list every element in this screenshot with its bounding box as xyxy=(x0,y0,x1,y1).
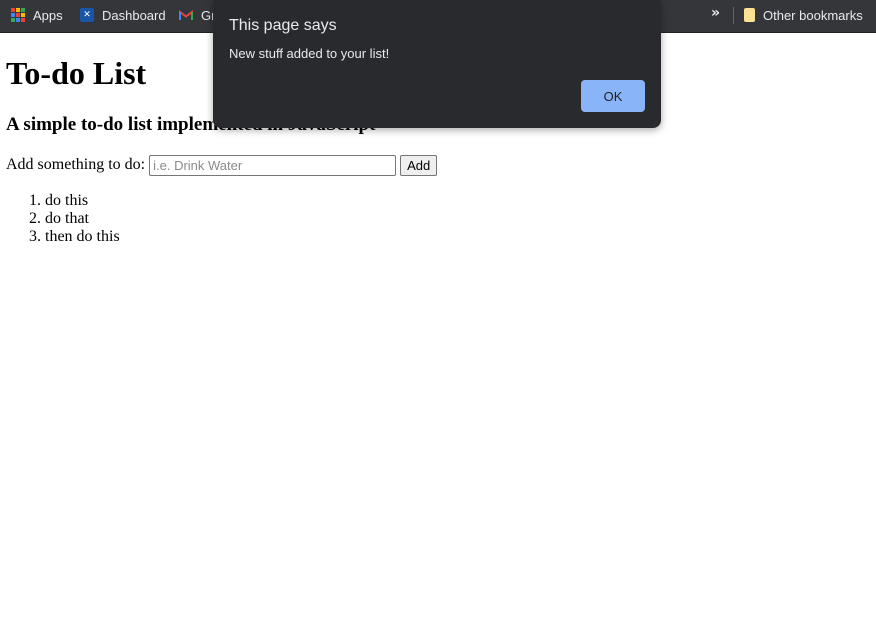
bookmark-label: Dashboard xyxy=(102,7,166,23)
apps-grid-icon xyxy=(11,8,25,22)
todo-item: do this xyxy=(45,192,120,210)
alert-dialog: This page says New stuff added to your l… xyxy=(213,0,661,128)
add-todo-form: Add something to do: Add xyxy=(6,154,438,176)
bookmark-label: Apps xyxy=(33,7,63,23)
bookmarks-separator xyxy=(733,7,734,24)
gmail-icon xyxy=(179,9,193,20)
alert-title: This page says xyxy=(229,17,337,34)
bookmark-label: Other bookmarks xyxy=(763,7,863,23)
bookmark-other-bookmarks[interactable]: Other bookmarks xyxy=(744,0,863,30)
todo-item: do that xyxy=(45,210,120,228)
page-title: To-do List xyxy=(6,55,147,91)
dashboard-icon: ✕ xyxy=(80,8,94,22)
ok-button[interactable]: OK xyxy=(581,80,645,112)
bookmarks-overflow-icon[interactable]: » xyxy=(711,5,720,21)
bookmark-gmail[interactable]: Gr xyxy=(179,0,215,30)
bookmark-apps[interactable]: Apps xyxy=(11,0,63,30)
todo-item: then do this xyxy=(45,228,120,246)
add-todo-label: Add something to do: xyxy=(6,156,146,173)
todo-list: do this do that then do this xyxy=(5,192,120,246)
folder-icon xyxy=(744,8,755,22)
bookmark-dashboard[interactable]: ✕ Dashboard xyxy=(80,0,166,30)
alert-message: New stuff added to your list! xyxy=(229,46,390,61)
todo-input[interactable] xyxy=(149,154,397,176)
add-button[interactable]: Add xyxy=(400,154,438,176)
